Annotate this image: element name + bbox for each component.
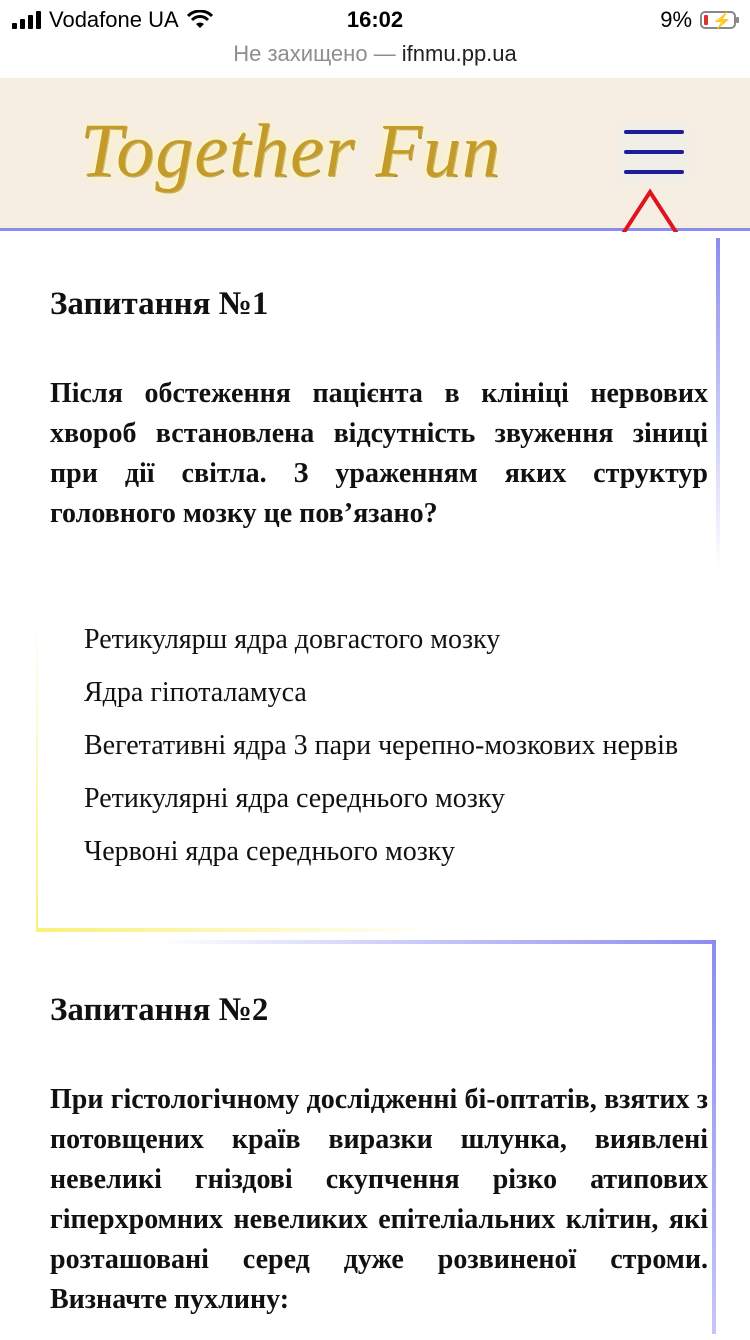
answer-list: Ретикулярш ядра довгастого мозку Ядра гі… [84,622,704,887]
question-card-2: Запитання №2 При гістологічному дослідже… [40,940,716,1340]
divider [38,928,438,932]
clock: 16:02 [346,7,404,32]
question-title: Запитання №1 [50,286,269,322]
address-bar[interactable]: Не захищено — ifnmu.pp.ua [0,38,750,78]
question-title: Запитання №2 [50,992,269,1028]
answer-option[interactable]: Ретикулярні ядра середнього мозку [84,781,704,817]
question-text: При гістологічному дослідженні бі-оптаті… [50,1084,708,1315]
question-card-1: Запитання №1 Після обстеження пацієнта в… [36,232,720,932]
battery-group: 9% ⚡ [660,7,739,33]
question-text: Після обстеження пацієнта в клініці нерв… [50,378,708,529]
url-domain: ifnmu.pp.ua [401,41,517,66]
security-warning: Не захищено — [233,41,396,66]
answer-option[interactable]: Червоні ядра середнього мозку [84,834,704,870]
site-logo[interactable]: Together Fun [80,96,560,206]
status-bar: Vodafone UA 16:02 9% ⚡ [0,0,750,40]
answer-option[interactable]: Вегетативні ядра 3 пари черепно-мозкових… [84,728,704,764]
battery-percent: 9% [660,7,692,32]
battery-icon: ⚡ [700,11,739,30]
answer-option[interactable]: Ядра гіпоталамуса [84,675,704,711]
hamburger-menu-button[interactable] [618,124,690,184]
logo-text: Together Fun [80,109,501,193]
answer-option[interactable]: Ретикулярш ядра довгастого мозку [84,622,704,658]
